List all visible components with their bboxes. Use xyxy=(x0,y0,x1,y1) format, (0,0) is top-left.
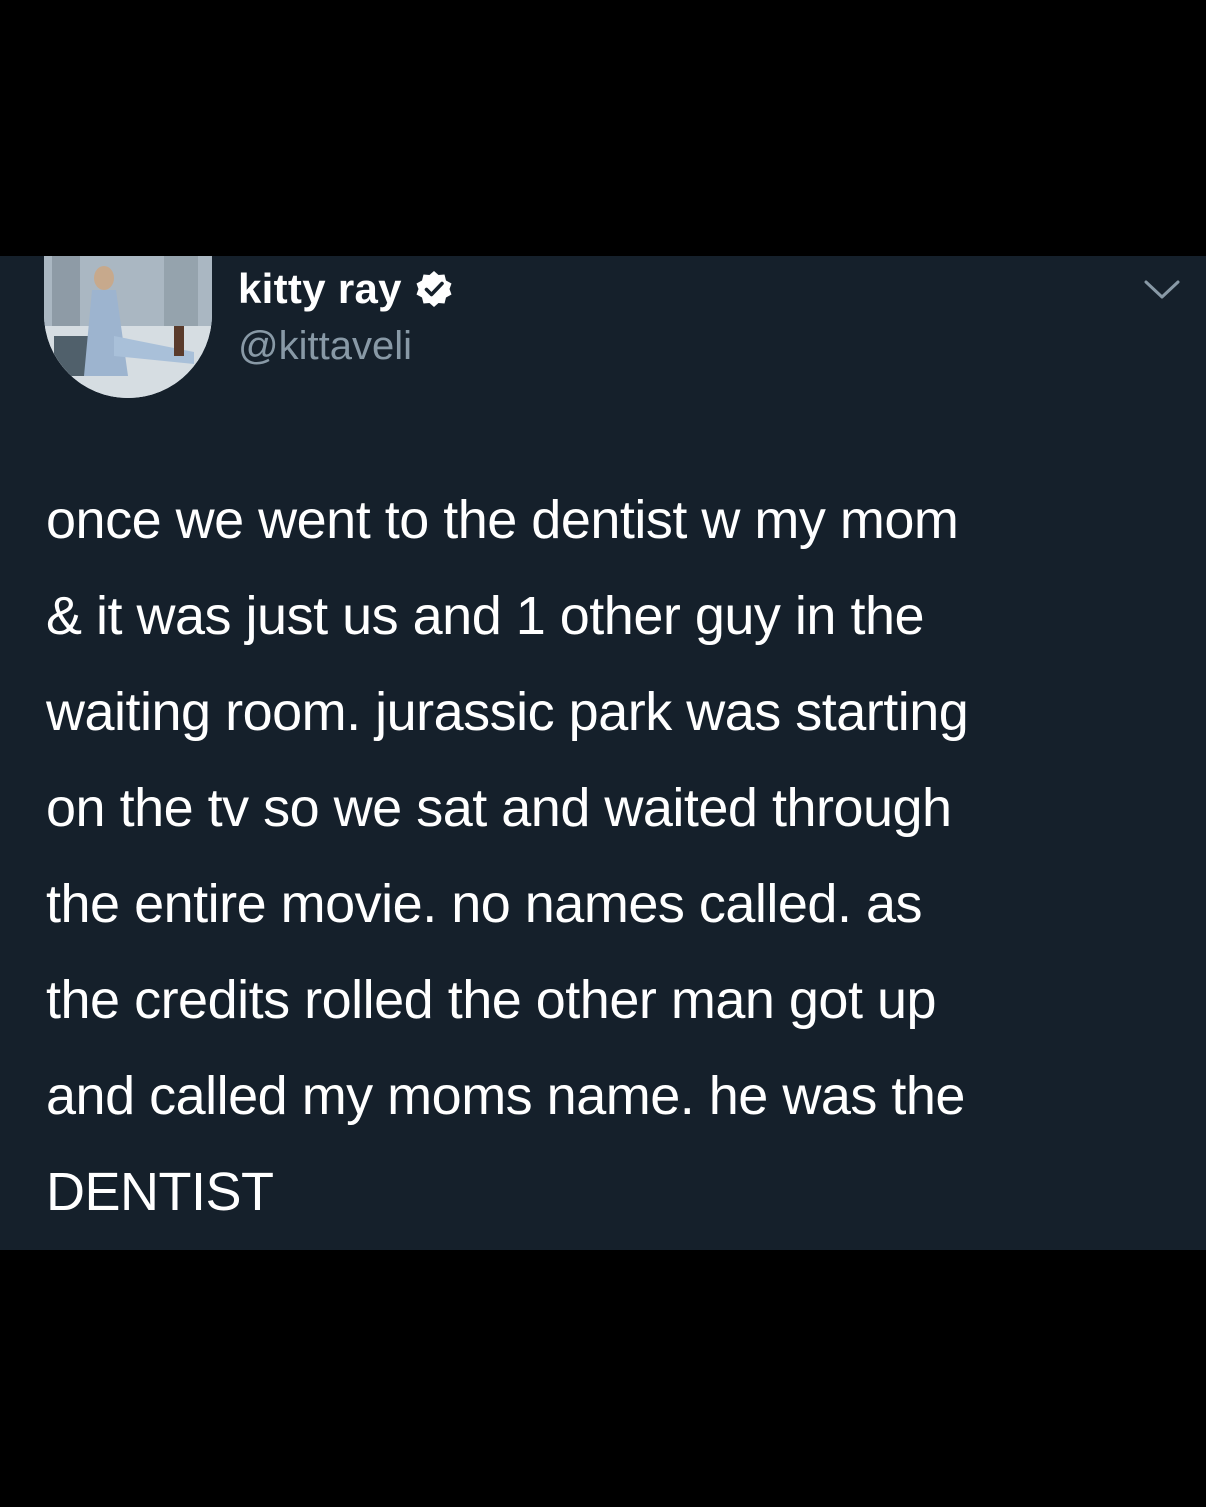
tweet-text-line: the credits rolled the other man got up xyxy=(46,970,937,1030)
tweet-text-line: and called my moms name. he was the xyxy=(46,1066,965,1126)
display-name[interactable]: kitty ray xyxy=(238,265,402,313)
author-handle[interactable]: @kittaveli xyxy=(238,324,412,369)
tweet-text-line: on the tv so we sat and waited through xyxy=(46,778,952,838)
tweet-text-line: DENTIST xyxy=(46,1162,274,1222)
avatar[interactable] xyxy=(44,256,212,398)
avatar-photo xyxy=(44,256,212,398)
tweet-text-line: waiting room. jurassic park was starting xyxy=(46,682,969,742)
tweet-text-line: once we went to the dentist w my mom xyxy=(46,490,959,550)
verified-badge-icon xyxy=(414,269,454,309)
chevron-down-icon[interactable] xyxy=(1142,278,1182,302)
tweet-text: once we went to the dentist w my mom & i… xyxy=(46,472,1186,1240)
tweet-text-line: the entire movie. no names called. as xyxy=(46,874,922,934)
tweet-text-line: & it was just us and 1 other guy in the xyxy=(46,586,925,646)
author-name-row[interactable]: kitty ray xyxy=(238,264,454,314)
tweet-card[interactable]: kitty ray @kittaveli once we went to the… xyxy=(0,256,1206,1250)
